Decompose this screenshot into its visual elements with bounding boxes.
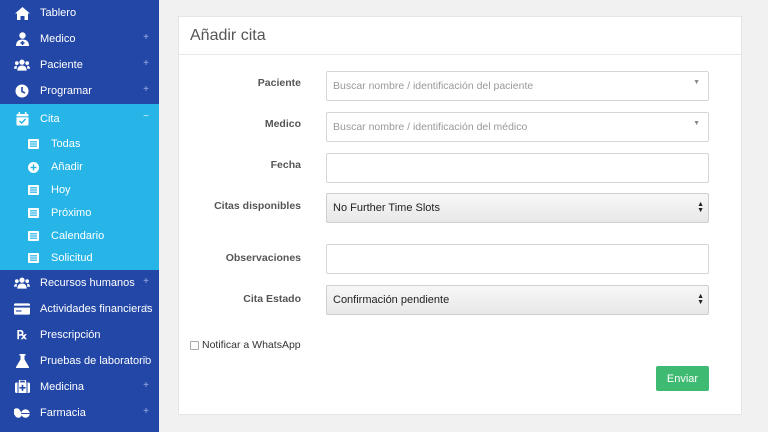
nav-label: Prescripción <box>40 328 101 341</box>
nav-paciente[interactable]: Paciente + <box>0 52 159 78</box>
medkit-icon <box>14 379 30 395</box>
submenu-item-anadir[interactable]: Añadir <box>0 156 159 179</box>
updown-arrows-icon: ▲ ▼ <box>697 293 704 306</box>
available-slots-label: Citas disponibles <box>214 200 301 212</box>
available-slots-value: No Further Time Slots <box>333 202 440 214</box>
submenu-label: Añadir <box>51 161 83 174</box>
add-appointment-card: Añadir cita Paciente Buscar nombre / ide… <box>178 16 742 415</box>
expand-plus-icon: + <box>143 58 149 69</box>
submenu-label: Todas <box>51 138 81 151</box>
expand-plus-icon: + <box>143 405 149 417</box>
sidebar: Tablero Medico + Paciente + Programar + … <box>0 0 159 432</box>
patient-select[interactable]: Buscar nombre / identificación del pacie… <box>326 71 709 101</box>
submenu-label: Próximo <box>51 206 92 219</box>
nav-label: Medico <box>40 33 76 45</box>
submenu-label: Calendario <box>51 229 105 242</box>
list-icon <box>27 184 39 196</box>
nav-tablero[interactable]: Tablero <box>0 0 159 26</box>
date-label: Fecha <box>270 159 301 171</box>
submenu-item-todas[interactable]: Todas <box>0 133 159 156</box>
expand-plus-icon: + <box>143 379 149 391</box>
submenu-label: Hoy <box>51 183 71 196</box>
submenu-item-solicitud[interactable]: Solicitud <box>0 247 159 270</box>
list-icon <box>27 138 39 150</box>
nav-cita[interactable]: Cita − <box>0 104 159 133</box>
nav-recursos-humanos[interactable]: Recursos humanos + <box>0 270 159 296</box>
nav-label: Pruebas de laboratorio <box>40 354 152 367</box>
nav-medicina[interactable]: Medicina + <box>0 374 159 400</box>
card-header: Añadir cita <box>179 17 741 55</box>
expand-plus-icon: + <box>143 353 149 365</box>
doctor-label: Medico <box>264 118 301 130</box>
nav-prescripcion[interactable]: ℞ Prescripción <box>0 322 159 348</box>
notes-input[interactable] <box>326 244 709 274</box>
nav-label: Farmacia <box>40 406 86 419</box>
chevron-down-icon: ▼ <box>693 79 700 86</box>
users-icon <box>14 275 30 291</box>
page-title: Añadir cita <box>190 26 266 44</box>
expand-plus-icon: + <box>143 301 149 313</box>
patient-placeholder: Buscar nombre / identificación del pacie… <box>333 80 534 92</box>
nav-label: Medicina <box>40 380 85 393</box>
notes-label: Observaciones <box>225 252 301 264</box>
nav-label: Tablero <box>40 7 77 19</box>
rx-icon: ℞ <box>16 327 28 342</box>
whatsapp-checkbox[interactable] <box>190 340 199 350</box>
available-slots-select[interactable]: No Further Time Slots ▲ ▼ <box>326 193 709 223</box>
patients-icon <box>14 57 30 73</box>
list-icon <box>27 207 39 219</box>
pills-icon <box>14 405 30 421</box>
clock-icon <box>14 83 30 99</box>
nav-label: Cita <box>40 112 60 125</box>
whatsapp-notify-row[interactable]: Notificar a WhatsApp <box>190 339 301 351</box>
updown-arrows-icon: ▲ ▼ <box>697 201 704 214</box>
home-icon <box>14 5 30 21</box>
nav-farmacia[interactable]: Farmacia + <box>0 400 159 426</box>
expand-plus-icon: + <box>143 84 149 95</box>
doctor-select[interactable]: Buscar nombre / identificación del médic… <box>326 112 709 142</box>
nav-label: Actividades financieras <box>40 302 153 315</box>
expand-plus-icon: + <box>143 275 149 287</box>
calendar-check-icon <box>14 111 30 127</box>
expand-plus-icon: + <box>143 32 149 43</box>
credit-card-icon <box>14 301 30 317</box>
nav-actividades-financieras[interactable]: Actividades financieras + <box>0 296 159 322</box>
whatsapp-label: Notificar a WhatsApp <box>202 339 301 351</box>
nav-label: Programar <box>40 85 92 97</box>
cita-submenu: Todas Añadir Hoy Próximo Calendario Soli… <box>0 133 159 270</box>
nav-programar[interactable]: Programar + <box>0 78 159 104</box>
plus-circle-icon <box>27 161 39 173</box>
nav-pruebas-laboratorio[interactable]: Pruebas de laboratorio + <box>0 348 159 374</box>
nav-label: Paciente <box>40 59 83 71</box>
submenu-item-calendario[interactable]: Calendario <box>0 224 159 247</box>
doctor-icon <box>14 31 30 47</box>
patient-label: Paciente <box>257 77 301 89</box>
chevron-down-icon: ▼ <box>693 120 700 127</box>
submenu-item-proximo[interactable]: Próximo <box>0 201 159 224</box>
flask-icon <box>14 353 30 369</box>
nav-label: Recursos humanos <box>40 276 135 289</box>
status-label: Cita Estado <box>243 293 301 305</box>
submit-button[interactable]: Enviar <box>656 366 709 391</box>
submenu-item-hoy[interactable]: Hoy <box>0 179 159 202</box>
nav-medico[interactable]: Medico + <box>0 26 159 52</box>
collapse-minus-icon: − <box>143 111 149 122</box>
doctor-placeholder: Buscar nombre / identificación del médic… <box>333 121 528 133</box>
date-input[interactable] <box>326 153 709 183</box>
status-value: Confirmación pendiente <box>333 294 450 306</box>
status-select[interactable]: Confirmación pendiente ▲ ▼ <box>326 285 709 315</box>
list-icon <box>27 252 39 264</box>
list-icon <box>27 230 39 242</box>
submenu-label: Solicitud <box>51 252 93 265</box>
